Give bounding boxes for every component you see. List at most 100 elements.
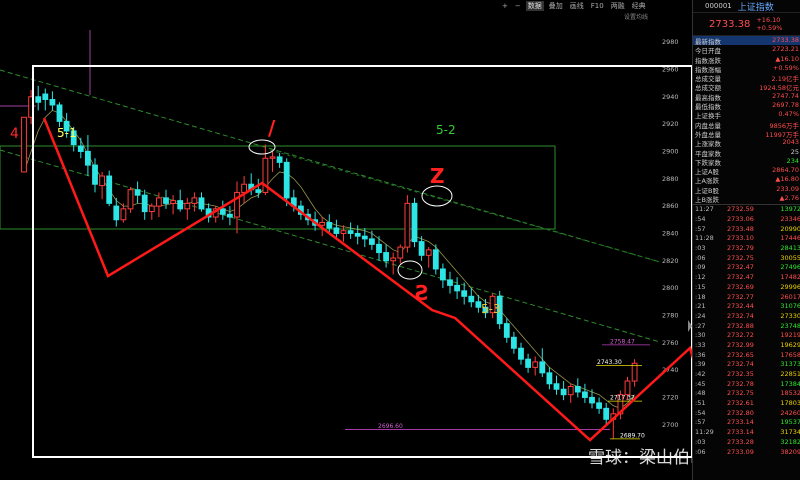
tick-volume: 13972 xyxy=(780,205,800,214)
candle xyxy=(269,151,276,172)
tick-time: :39 xyxy=(695,360,706,369)
tick-volume: 22851 xyxy=(780,370,800,379)
tick-volume: 30055 xyxy=(780,253,800,262)
toolbar-button-7[interactable]: 经典 xyxy=(630,1,648,11)
last-price: 2733.38 xyxy=(709,18,751,30)
candle xyxy=(255,178,262,198)
toolbar-button-6[interactable]: 两融 xyxy=(609,1,627,11)
candle xyxy=(92,158,98,193)
handwritten-1: / xyxy=(268,116,276,140)
tick-row: :48 2732.75 18532 xyxy=(693,389,800,399)
stat-label: 平盘家数 xyxy=(695,149,721,158)
tick-list[interactable]: 11:27 2732.59 13972:54 2733.06 23346:57 2733.… xyxy=(693,204,800,457)
toolbar-button-1[interactable]: − xyxy=(513,2,523,10)
tick-row: :36 2732.65 17658 xyxy=(693,351,800,361)
candle-body xyxy=(92,164,98,185)
tick-row: :51 2732.61 17803 xyxy=(693,399,800,409)
candle-body xyxy=(461,290,468,297)
tick-price: 2733.09 xyxy=(727,447,754,456)
y-tick-label: 2800 xyxy=(662,284,679,292)
toolbar-button-3[interactable]: 叠加 xyxy=(547,1,565,11)
tick-price: 2732.35 xyxy=(727,370,754,379)
stat-value: ▲16.10 xyxy=(775,54,799,63)
candle xyxy=(184,197,191,220)
candle-body xyxy=(589,396,595,404)
tick-volume: 27330 xyxy=(780,311,800,320)
candle xyxy=(56,102,63,127)
tick-row: :57 2733.48 20990 xyxy=(693,225,800,235)
wave-path xyxy=(42,117,692,442)
stat-row: 指数涨幅 +0.59% xyxy=(693,64,800,74)
tick-row: :54 2733.06 23346 xyxy=(693,215,800,225)
tick-time: :45 xyxy=(695,379,706,388)
candlestick-chart[interactable]: 2980296029402920290028802860284028202800… xyxy=(0,0,692,480)
candle xyxy=(369,230,375,250)
stat-row: 最低指数 2697.78 xyxy=(693,101,800,112)
candle xyxy=(404,195,411,253)
channel-lower-line xyxy=(0,149,661,343)
price-level-label: 2689.70 xyxy=(620,432,645,439)
y-tick-label: 2760 xyxy=(662,339,679,347)
candle xyxy=(447,271,453,294)
tick-row: :54 2732.80 24260 xyxy=(693,409,800,419)
candle xyxy=(603,402,610,425)
candle-body xyxy=(219,208,226,215)
tick-row: 11:29 2733.14 31734 xyxy=(693,428,800,438)
stat-value: 234 xyxy=(786,156,799,165)
stat-row: 上B涨跌 ▲2.76 xyxy=(693,194,800,204)
stat-label: 最低指数 xyxy=(695,103,721,112)
candle xyxy=(127,186,134,213)
candle-body xyxy=(241,183,247,193)
candle xyxy=(567,383,574,403)
tick-volume: 19219 xyxy=(780,331,800,340)
tick-row: 11:27 2732.59 13972 xyxy=(693,205,800,215)
candle xyxy=(163,189,169,209)
stat-value: 25 xyxy=(790,147,799,156)
ma-settings-label[interactable]: 设置均线 xyxy=(624,12,648,21)
tick-price: 2732.72 xyxy=(727,331,754,340)
candle-body xyxy=(255,189,262,193)
y-tick-label: 2780 xyxy=(662,311,679,319)
stat-value: 2.19亿手 xyxy=(771,75,799,84)
tick-volume: 19629 xyxy=(780,340,800,349)
tick-row: :09 2732.47 27496 xyxy=(693,263,800,273)
candle-body xyxy=(418,241,425,256)
stat-row: 总成交额 1924.58亿元 xyxy=(693,82,800,92)
candle xyxy=(440,263,446,289)
stat-label: 上证A股 xyxy=(695,168,719,177)
candle xyxy=(461,282,468,305)
candle xyxy=(241,176,247,204)
candle xyxy=(340,225,347,242)
candle xyxy=(99,171,105,200)
toolbar-button-5[interactable]: F10 xyxy=(589,2,606,10)
stat-label: 内盘总量 xyxy=(695,121,721,130)
tick-price: 2732.59 xyxy=(727,205,754,214)
candle-body xyxy=(624,380,631,396)
tick-price: 2732.47 xyxy=(727,263,754,272)
candle-body xyxy=(127,189,134,210)
stat-row: 最新指数 2733.38 xyxy=(693,36,800,46)
stat-row: 上证B股 233.09 xyxy=(693,185,800,195)
candle xyxy=(518,342,524,365)
stat-label: 总成交量 xyxy=(695,75,721,84)
candle-body xyxy=(340,230,347,234)
y-tick-label: 2980 xyxy=(662,38,679,46)
candle-body xyxy=(120,208,127,221)
tick-row: :21 2732.44 31076 xyxy=(693,302,800,312)
candle xyxy=(354,225,361,245)
y-tick-label: 2940 xyxy=(662,93,679,101)
index-name[interactable]: 上证指数 xyxy=(738,0,774,13)
stat-label: 今日开盘 xyxy=(695,47,721,56)
toolbar-button-2[interactable]: 数据 xyxy=(525,0,544,11)
chart-toolbar: + − 数据 叠加 画线 F10 两融 经典 xyxy=(500,0,692,11)
tick-time: :33 xyxy=(695,340,706,349)
toolbar-button-0[interactable]: + xyxy=(500,2,510,10)
tick-row: :03 2733.28 32182 xyxy=(693,438,800,448)
toolbar-button-4[interactable]: 画线 xyxy=(568,1,586,11)
stat-label: 上证B股 xyxy=(695,186,719,195)
tick-row: :24 2732.74 27330 xyxy=(693,312,800,322)
stats-list: 最新指数 2733.38 今日开盘 2723.21 指数涨跌 ▲16.10 指数涨幅 +0.5… xyxy=(693,36,800,204)
stat-row: 上A涨跌 ▲16.80 xyxy=(693,175,800,185)
candle-body xyxy=(567,386,574,396)
candle-body xyxy=(553,383,560,390)
